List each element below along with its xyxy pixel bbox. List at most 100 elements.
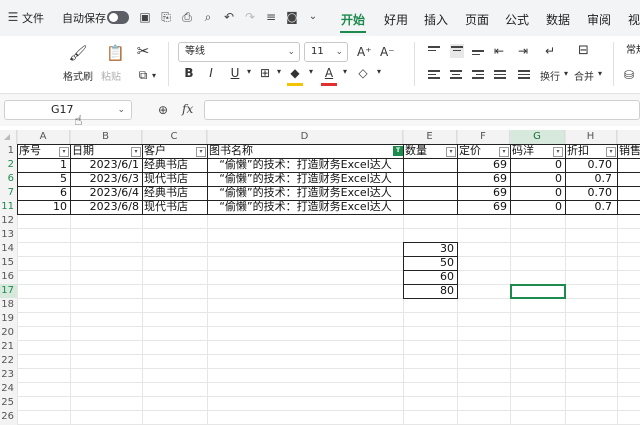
row-header-7[interactable]: 7	[0, 186, 17, 200]
row-header-14[interactable]: 14	[0, 242, 17, 256]
cell-list-value[interactable]: 0	[512, 158, 564, 172]
copy-icon[interactable]: ⧉	[135, 66, 151, 84]
autosave-toggle[interactable]	[107, 11, 129, 24]
cell-list-value[interactable]: 0	[512, 172, 564, 186]
decrease-indent-icon[interactable]: ⇤	[494, 42, 504, 60]
row-header-16[interactable]: 16	[0, 270, 17, 284]
header-cell-discount[interactable]: 折扣	[567, 144, 607, 158]
row-header-23[interactable]: 23	[0, 368, 17, 382]
cell-seq[interactable]: 1	[19, 158, 69, 172]
save-icon[interactable]: ▣	[138, 10, 152, 24]
increase-indent-icon[interactable]: ⇥	[518, 42, 528, 60]
font-color-dropdown-icon[interactable]: ▾	[338, 67, 352, 76]
decrease-font-icon[interactable]: A⁻	[380, 43, 395, 61]
filter-dropdown-icon[interactable]: ▾	[59, 147, 69, 157]
column-header-g[interactable]: G	[510, 130, 565, 144]
header-cell-list-value[interactable]: 码洋	[512, 144, 552, 158]
row-header-12[interactable]: 12	[0, 214, 17, 228]
format-painter-icon[interactable]: 🖌	[68, 44, 88, 62]
row-header-13[interactable]: 13	[0, 228, 17, 242]
cell-discount[interactable]: 0.7	[567, 200, 616, 214]
align-center-icon[interactable]	[450, 70, 462, 80]
column-header-f[interactable]: F	[457, 130, 510, 144]
format-painter-label[interactable]: 格式刷	[63, 68, 93, 83]
merge-dropdown-icon[interactable]: ▾	[598, 69, 602, 78]
cut-icon[interactable]: ✂	[135, 42, 151, 60]
camera-icon[interactable]: ◙	[285, 10, 299, 24]
align-left-icon[interactable]	[428, 70, 440, 80]
column-header-h[interactable]: H	[565, 130, 617, 144]
tab-view[interactable]: 视	[628, 11, 640, 28]
bold-icon[interactable]: B	[182, 66, 196, 80]
row-header-2[interactable]: 2	[0, 158, 17, 172]
tab-page[interactable]: 页面	[465, 11, 489, 28]
active-cell-g17[interactable]	[510, 284, 566, 299]
italic-icon[interactable]: I	[204, 66, 218, 80]
header-cell-book-title[interactable]: 图书名称	[209, 144, 389, 158]
tab-insert[interactable]: 插入	[424, 11, 448, 28]
font-size-select[interactable]: 11 ⌄	[304, 42, 348, 62]
undo-icon[interactable]: ↶	[222, 10, 236, 24]
cell-list-value[interactable]: 0	[512, 186, 564, 200]
currency-icon[interactable]: ⛁	[624, 66, 634, 84]
filter-active-icon[interactable]: T	[393, 146, 403, 156]
filter-dropdown-icon[interactable]: ▾	[553, 147, 563, 157]
redo-icon[interactable]: ↷	[243, 10, 257, 24]
column-header-b[interactable]: B	[70, 130, 142, 144]
row-header-15[interactable]: 15	[0, 256, 17, 270]
cell-price[interactable]: 69	[459, 186, 509, 200]
cell-list-value[interactable]: 0	[512, 200, 564, 214]
header-cell-quantity[interactable]: 数量	[405, 144, 445, 158]
tab-formula[interactable]: 公式	[505, 11, 529, 28]
cell-customer[interactable]: 现代书店	[144, 200, 206, 214]
row-header-19[interactable]: 19	[0, 312, 17, 326]
row-header-21[interactable]: 21	[0, 340, 17, 354]
cell-discount[interactable]: 0.7	[567, 172, 616, 186]
fx-icon[interactable]: fx	[182, 102, 193, 116]
column-header-i[interactable]	[617, 130, 640, 144]
row-header-6[interactable]: 6	[0, 172, 17, 186]
cell-date[interactable]: 2023/6/4	[72, 186, 141, 200]
column-header-a[interactable]: A	[17, 130, 70, 144]
name-box[interactable]: G17 ⌄	[4, 100, 132, 120]
cell-date[interactable]: 2023/6/8	[72, 200, 141, 214]
filter-dropdown-icon[interactable]: ▾	[499, 147, 509, 157]
distributed-icon[interactable]	[518, 70, 530, 80]
row-header-22[interactable]: 22	[0, 354, 17, 368]
header-cell-customer[interactable]: 客户	[144, 144, 199, 158]
wrap-dropdown-icon[interactable]: ▾	[564, 69, 568, 78]
fill-color-icon[interactable]: ◆	[288, 66, 302, 80]
align-top-icon[interactable]	[428, 46, 440, 56]
chevron-down-icon[interactable]: ⌄	[306, 10, 320, 24]
underline-icon[interactable]: U	[228, 66, 242, 80]
merge-label[interactable]: 合并	[574, 68, 594, 83]
cell-price[interactable]: 69	[459, 158, 509, 172]
cell-discount[interactable]: 0.70	[567, 186, 616, 200]
fill-dropdown-icon[interactable]: ▾	[304, 67, 318, 76]
cell-side-value[interactable]: 60	[405, 270, 456, 284]
filter-dropdown-icon[interactable]: ▾	[446, 147, 456, 157]
wrap-label[interactable]: 换行	[540, 68, 560, 83]
cell-customer[interactable]: 现代书店	[144, 172, 206, 186]
cell-book-title[interactable]: “偷懒”的技术：打造财务Excel达人	[209, 172, 402, 186]
font-name-select[interactable]: 等线 ⌄	[178, 42, 300, 62]
justify-icon[interactable]	[494, 70, 506, 80]
cell-book-title[interactable]: “偷懒”的技术：打造财务Excel达人	[209, 158, 402, 172]
border-icon[interactable]: ⊞	[258, 66, 272, 80]
cell-date[interactable]: 2023/6/1	[72, 158, 141, 172]
align-bottom-icon[interactable]	[472, 50, 484, 60]
menu-icon[interactable]: ☰	[6, 10, 20, 24]
zoom-icon[interactable]: ⊕	[158, 103, 168, 117]
more-menu-icon[interactable]: ≡	[264, 10, 278, 24]
cell-seq[interactable]: 10	[19, 200, 69, 214]
row-header-20[interactable]: 20	[0, 326, 17, 340]
row-header-11[interactable]: 11	[0, 200, 17, 214]
filter-dropdown-icon[interactable]: ▾	[196, 147, 206, 157]
header-cell-sales[interactable]: 销售	[619, 144, 640, 158]
paste-icon[interactable]: 📋	[106, 44, 125, 62]
tab-useful[interactable]: 好用	[384, 11, 408, 28]
number-format-select[interactable]: 常规	[620, 42, 640, 62]
clear-dropdown-icon[interactable]: ▾	[372, 67, 386, 76]
underline-dropdown-icon[interactable]: ▾	[242, 67, 256, 76]
column-header-c[interactable]: C	[142, 130, 207, 144]
